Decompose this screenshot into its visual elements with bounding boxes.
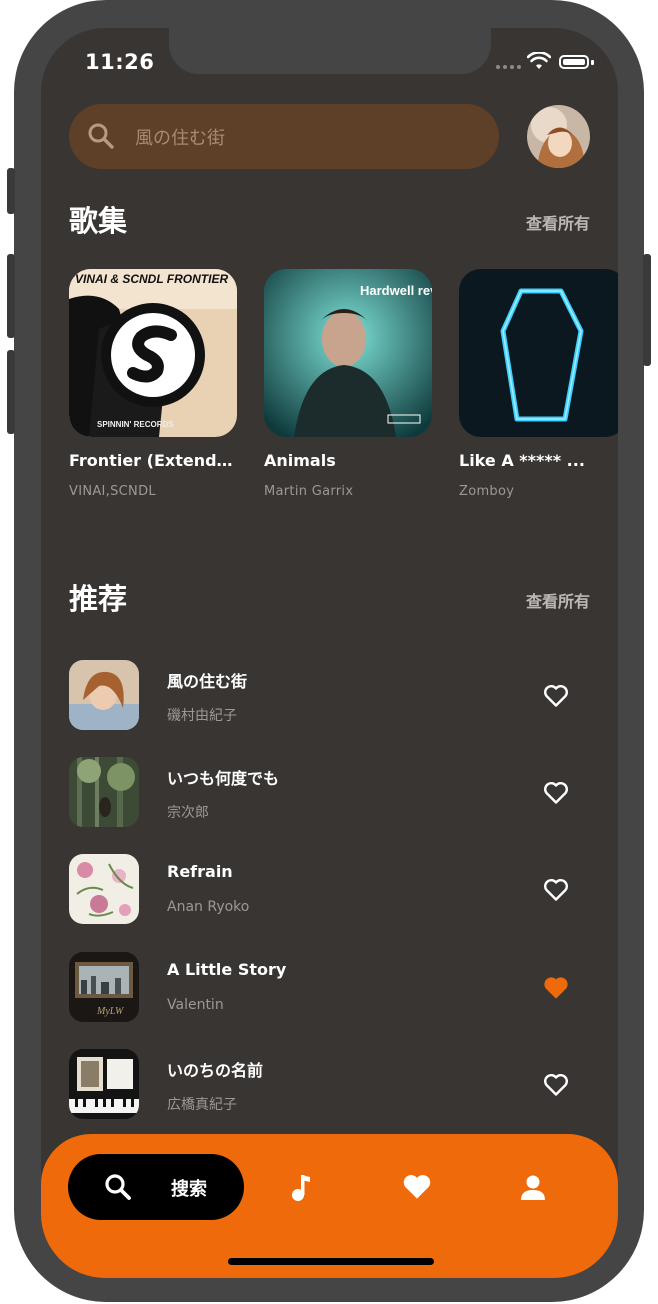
heart-outline-icon[interactable] <box>543 1073 569 1097</box>
volume-down-button <box>7 350 15 434</box>
user-icon[interactable] <box>519 1174 547 1202</box>
heart-filled-icon[interactable] <box>543 976 569 1000</box>
song-artist: 広橋真紀子 <box>167 1097 237 1113</box>
home-indicator <box>228 1258 434 1265</box>
album-card[interactable]: Hardwell revealed Animals Martin Garrix <box>264 269 432 499</box>
cover-text: VINAI & SCNDL FRONTIER <box>75 272 228 286</box>
music-note-icon[interactable] <box>290 1173 312 1203</box>
search-icon <box>105 1174 131 1200</box>
song-title: いつも何度でも <box>167 769 280 788</box>
volume-up-button <box>7 254 15 338</box>
notch <box>169 28 491 74</box>
song-thumbnail <box>69 660 139 730</box>
album-artist: Zomboy <box>459 484 515 499</box>
song-title: Refrain <box>167 862 233 881</box>
album-cover: VINAI & SCNDL FRONTIER SPINNIN' RECORDS <box>69 269 237 437</box>
section-title-recommend: 推荐 <box>69 582 128 616</box>
signal-icon <box>496 65 521 69</box>
section-title-albums: 歌集 <box>69 204 128 238</box>
svg-text:MyLW: MyLW <box>96 1006 125 1017</box>
album-card[interactable]: Like A ***** ... Zomboy <box>459 269 618 499</box>
tab-search[interactable]: 搜索 <box>68 1154 244 1220</box>
album-artist: VINAI,SCNDL <box>69 484 156 499</box>
avatar[interactable] <box>527 105 590 168</box>
album-name: Frontier (Extended Mix) <box>69 451 237 470</box>
song-artist: Valentin <box>167 997 224 1013</box>
heart-icon[interactable] <box>401 1173 433 1201</box>
song-row[interactable]: MyLW A Little Story Valentin <box>69 952 590 1024</box>
power-button <box>643 254 651 366</box>
heart-outline-icon[interactable] <box>543 684 569 708</box>
battery-icon <box>559 55 589 69</box>
song-thumbnail: MyLW <box>69 952 139 1022</box>
search-icon <box>88 123 114 149</box>
tab-search-label: 搜索 <box>171 1179 207 1200</box>
album-card[interactable]: VINAI & SCNDL FRONTIER SPINNIN' RECORDS … <box>69 269 237 499</box>
song-row[interactable]: いのちの名前 広橋真紀子 <box>69 1049 590 1121</box>
song-title: 風の住む街 <box>167 672 248 691</box>
song-artist: 磯村由紀子 <box>167 708 237 724</box>
song-artist: Anan Ryoko <box>167 899 250 915</box>
svg-text:SPINNIN' RECORDS: SPINNIN' RECORDS <box>97 420 174 429</box>
song-row[interactable]: 風の住む街 磯村由紀子 <box>69 660 590 732</box>
album-name: Animals <box>264 451 336 470</box>
song-title: A Little Story <box>167 960 287 979</box>
app-screen: 11:26 風の住む街 歌集 查看所有 VINAI & SCNDL FRONTI… <box>41 28 618 1278</box>
see-all-albums-link[interactable]: 查看所有 <box>526 210 590 234</box>
song-thumbnail <box>69 854 139 924</box>
battery-tip <box>591 60 594 65</box>
song-artist: 宗次郎 <box>167 805 209 821</box>
status-time: 11:26 <box>85 50 155 74</box>
song-title: いのちの名前 <box>167 1061 264 1080</box>
heart-outline-icon[interactable] <box>543 878 569 902</box>
see-all-recommend-link[interactable]: 查看所有 <box>526 588 590 612</box>
search-bar[interactable]: 風の住む街 <box>69 104 499 169</box>
mute-switch <box>7 168 15 214</box>
song-thumbnail <box>69 757 139 827</box>
heart-outline-icon[interactable] <box>543 781 569 805</box>
song-row[interactable]: Refrain Anan Ryoko <box>69 854 590 926</box>
bottom-tab-bar: 搜索 <box>41 1134 618 1278</box>
song-row[interactable]: いつも何度でも 宗次郎 <box>69 757 590 829</box>
wifi-icon <box>527 52 551 69</box>
album-name: Like A ***** ... <box>459 451 585 470</box>
album-cover: Hardwell revealed <box>264 269 432 437</box>
album-cover <box>459 269 618 437</box>
cover-text: Hardwell revealed <box>360 283 432 298</box>
song-thumbnail <box>69 1049 139 1119</box>
album-artist: Martin Garrix <box>264 484 354 499</box>
search-input[interactable]: 風の住む街 <box>135 124 225 150</box>
